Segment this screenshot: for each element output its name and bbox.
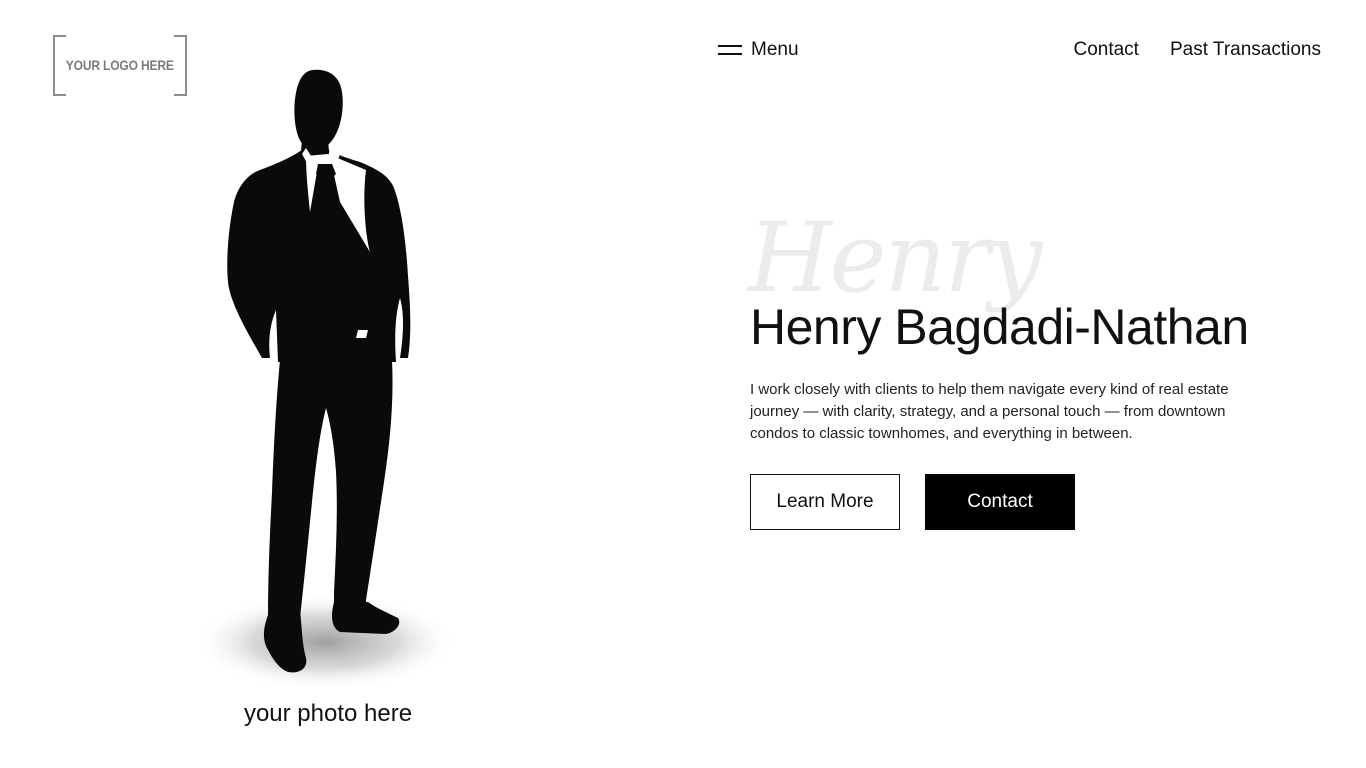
nav-link-past-transactions[interactable]: Past Transactions [1170, 39, 1321, 61]
learn-more-button[interactable]: Learn More [750, 474, 900, 530]
logo[interactable]: YOUR LOGO HERE [53, 35, 187, 96]
photo-caption: your photo here [243, 700, 413, 727]
logo-bracket-left [53, 35, 66, 96]
hamburger-icon [718, 45, 742, 55]
menu-button[interactable]: Menu [718, 36, 799, 64]
photo-placeholder [190, 62, 460, 692]
contact-button[interactable]: Contact [925, 474, 1075, 530]
script-name-watermark: Henry [748, 202, 1042, 314]
person-silhouette-icon [193, 69, 457, 690]
logo-text: YOUR LOGO HERE [66, 56, 174, 73]
nav-link-contact[interactable]: Contact [1073, 39, 1138, 61]
page: YOUR LOGO HERE Menu Contact Past Transac… [0, 0, 1366, 768]
hero-name: Henry Bagdadi-Nathan [750, 299, 1249, 355]
hero-description: I work closely with clients to help them… [750, 381, 1229, 442]
top-nav: Contact Past Transactions [1073, 36, 1321, 64]
logo-bracket-right [174, 35, 187, 96]
menu-label: Menu [751, 39, 799, 60]
